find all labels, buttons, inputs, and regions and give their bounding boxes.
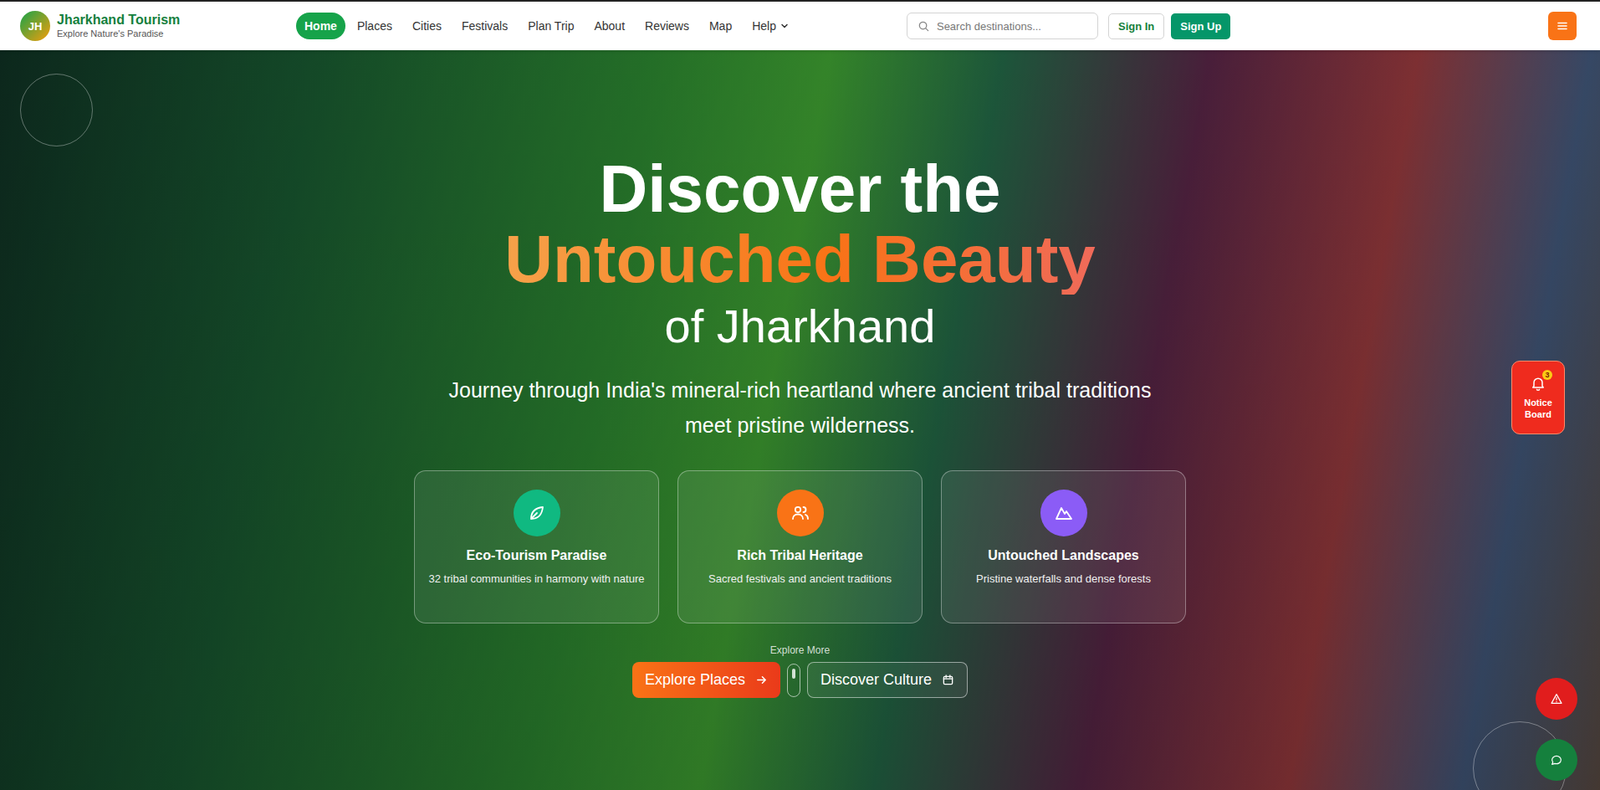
alert-button[interactable] <box>1535 677 1578 720</box>
brand-tagline: Explore Nature's Paradise <box>56 27 180 40</box>
menu-button[interactable] <box>1548 11 1577 41</box>
navbar: JHJharkhand TourismExplore Nature's Para… <box>0 1 1600 51</box>
cta-button[interactable]: Discover Culture <box>807 661 968 698</box>
nav-link[interactable]: Map <box>700 12 741 40</box>
sign-up-button[interactable]: Sign Up <box>1170 13 1231 40</box>
feature-cards: Eco-Tourism Paradise 32 tribal communitie… <box>414 470 1186 624</box>
search-field[interactable]: Search destinations... <box>906 12 1099 40</box>
chevron-down-icon <box>779 20 790 31</box>
feature-icon-badge <box>1040 489 1088 537</box>
nav-link[interactable]: Home <box>296 12 346 40</box>
feature-card[interactable]: Untouched Landscapes Pristine waterfalls … <box>940 470 1186 624</box>
brand-title: Jharkhand Tourism <box>56 11 180 28</box>
nav-link[interactable]: Cities <box>403 12 450 40</box>
feature-card[interactable]: Eco-Tourism Paradise 32 tribal communitie… <box>414 470 660 624</box>
nav-link[interactable]: Plan Trip <box>519 12 583 40</box>
nav-link[interactable]: Reviews <box>636 12 698 40</box>
hero-content: Discover theUntouched Beautyof Jharkhand… <box>0 50 1600 698</box>
hero-title: Discover the <box>598 153 1001 225</box>
feature-card[interactable]: Rich Tribal Heritage Sacred festivals and… <box>677 470 923 624</box>
nav-link[interactable]: Places <box>348 12 401 40</box>
cta-buttons: Explore Places Discover Culture <box>632 661 968 698</box>
notice-count-badge: 3 <box>1542 369 1553 380</box>
feature-text: Pristine waterfalls and dense forests <box>976 571 1151 587</box>
scroll-indicator <box>787 663 801 697</box>
notice-board-button[interactable]: 3 Notice Board <box>1511 360 1565 435</box>
calendar-icon <box>941 673 955 686</box>
brand-text: Jharkhand TourismExplore Nature's Paradi… <box>56 11 180 40</box>
sign-in-button[interactable]: Sign In <box>1108 13 1165 40</box>
people-icon <box>790 502 811 523</box>
menu-icon <box>1555 19 1570 33</box>
hero-highlight: Untouched Beauty <box>504 224 1096 295</box>
bell: 3 <box>1529 374 1547 392</box>
feature-icon-badge <box>513 489 561 537</box>
alert-triangle-icon <box>1549 691 1564 706</box>
feature-icon-badge <box>776 489 824 537</box>
notice-label: Notice Board <box>1515 396 1561 420</box>
feature-text: 32 tribal communities in harmony with na… <box>429 571 645 587</box>
feature-title: Rich Tribal Heritage <box>736 547 863 563</box>
nav-link[interactable]: Festivals <box>453 12 517 40</box>
explore-more-label: Explore More <box>770 643 830 657</box>
search-icon <box>917 20 931 33</box>
feature-title: Eco-Tourism Paradise <box>466 547 608 563</box>
nav-menu: HomePlacesCitiesFestivalsPlan TripAboutR… <box>296 12 798 40</box>
cta-button[interactable]: Explore Places <box>632 661 781 698</box>
feature-title: Untouched Landscapes <box>987 547 1139 563</box>
hero-description: Journey through India's mineral-rich hea… <box>440 372 1161 443</box>
page: JHJharkhand TourismExplore Nature's Para… <box>0 0 1600 790</box>
logo-icon[interactable]: JH <box>20 10 51 41</box>
decorative-circle <box>20 73 93 147</box>
nav-link[interactable]: About <box>585 12 634 40</box>
leaf-icon <box>526 502 547 523</box>
chat-icon <box>1549 752 1564 767</box>
chat-button[interactable] <box>1535 738 1578 781</box>
feature-text: Sacred festivals and ancient traditions <box>708 571 892 587</box>
hero: Discover theUntouched Beautyof Jharkhand… <box>0 50 1600 790</box>
arrow-right-icon <box>755 673 768 686</box>
hero-subtitle-line: of Jharkhand <box>664 297 936 354</box>
nav-link[interactable]: Help <box>743 12 798 40</box>
search-placeholder: Search destinations... <box>936 20 1042 33</box>
brand[interactable]: JHJharkhand TourismExplore Nature's Para… <box>20 10 297 41</box>
mountain-icon <box>1053 502 1074 523</box>
